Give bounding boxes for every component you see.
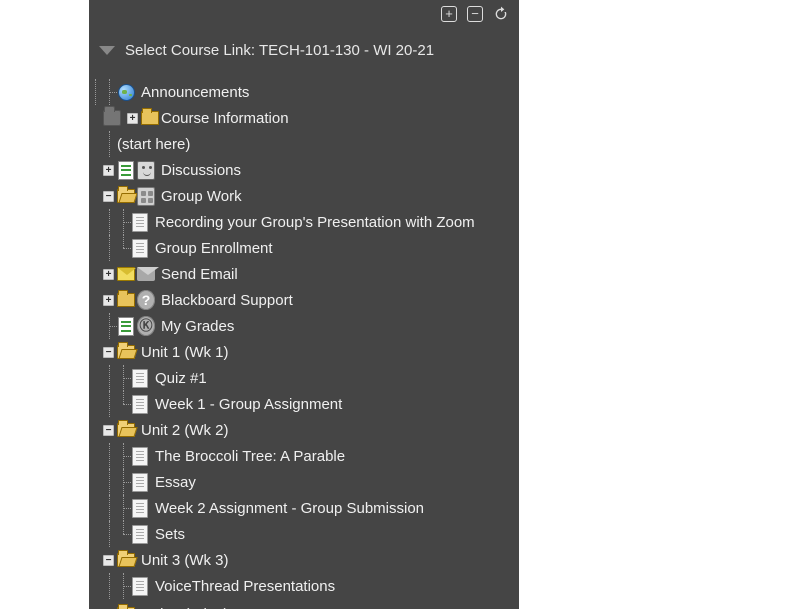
collapse-toggle[interactable]: − (103, 425, 114, 436)
expand-toggle[interactable]: + (103, 165, 114, 176)
folder-open-icon (117, 551, 135, 569)
group-icon (137, 187, 155, 205)
envelope-icon (137, 265, 155, 283)
tree-item-label: Recording your Group's Presentation with… (155, 214, 475, 231)
folder-grey-icon (103, 109, 121, 127)
tree-item-unit3[interactable]: − Unit 3 (Wk 3) (89, 547, 519, 573)
document-icon (131, 395, 149, 413)
collapse-toggle[interactable]: − (103, 555, 114, 566)
tree-item-u3-vt[interactable]: VoiceThread Presentations (89, 573, 519, 599)
folder-open-icon (117, 187, 135, 205)
mail-icon (117, 265, 135, 283)
collapse-toggle[interactable]: − (103, 191, 114, 202)
tree-item-gw-enrollment[interactable]: Group Enrollment (89, 235, 519, 261)
tree-item-label: My Grades (161, 318, 234, 335)
tree-item-label: Week 2 Assignment - Group Submission (155, 500, 424, 517)
folder-open-icon (117, 421, 135, 439)
tree-item-discussions[interactable]: + Discussions (89, 157, 519, 183)
tree-item-group-work[interactable]: − Group Work (89, 183, 519, 209)
document-icon (131, 213, 149, 231)
tree-item-sublabel: (start here) (117, 136, 190, 153)
help-icon: ? (137, 291, 155, 309)
document-icon (131, 473, 149, 491)
tree-item-u1-assign[interactable]: Week 1 - Group Assignment (89, 391, 519, 417)
grades-icon: Ⓚ (137, 317, 155, 335)
tree-item-label: Blackboard Support (161, 292, 293, 309)
expand-toggle[interactable]: + (103, 295, 114, 306)
discussion-icon (137, 161, 155, 179)
collapse-toggle[interactable]: − (103, 347, 114, 358)
tree-item-label: Unit 2 (Wk 2) (141, 422, 229, 439)
tree-item-label: Essay (155, 474, 196, 491)
tree-item-label: Unit 1 (Wk 1) (141, 344, 229, 361)
folder-open-icon (117, 343, 135, 361)
tree-item-label: Course Information (161, 110, 289, 127)
tree-item-my-grades[interactable]: Ⓚ My Grades (89, 313, 519, 339)
tree-item-label: Discussions (161, 162, 241, 179)
tree-item-label: VoiceThread Presentations (155, 578, 335, 595)
tree-item-u1-quiz[interactable]: Quiz #1 (89, 365, 519, 391)
tree-item-course-information[interactable]: + Course Information (89, 105, 519, 131)
globe-icon (117, 83, 135, 101)
expand-toggle[interactable]: + (103, 269, 114, 280)
folder-open-icon (117, 605, 135, 609)
expand-toggle[interactable]: + (127, 113, 138, 124)
tree-item-label: Group Enrollment (155, 240, 273, 257)
course-header-label[interactable]: Select Course Link: TECH-101-130 - WI 20… (125, 42, 434, 59)
tree-item-u2-assign[interactable]: Week 2 Assignment - Group Submission (89, 495, 519, 521)
xls-icon (117, 161, 135, 179)
tree-toolbar: + − (441, 6, 509, 22)
refresh-icon (493, 6, 509, 22)
document-icon (131, 525, 149, 543)
document-icon (131, 447, 149, 465)
tree-item-label: Group Work (161, 188, 242, 205)
folder-icon (141, 109, 159, 127)
tree-item-u2-essay[interactable]: Essay (89, 469, 519, 495)
tree-item-u2-sets[interactable]: Sets (89, 521, 519, 547)
header-prefix: Select Course Link: (125, 42, 255, 59)
tree-item-gw-recording[interactable]: Recording your Group's Presentation with… (89, 209, 519, 235)
tree-item-label: Sets (155, 526, 185, 543)
tree-item-announcements[interactable]: Announcements (89, 79, 519, 105)
xls-icon (117, 317, 135, 335)
tree-item-label: Week 1 - Group Assignment (155, 396, 342, 413)
refresh-button[interactable] (493, 6, 509, 22)
tree-item-course-information-sub: (start here) (89, 131, 519, 157)
tree-item-unit4[interactable]: − Unit 4 (Wk 4) (89, 601, 519, 609)
folder-icon (117, 291, 135, 309)
course-link-panel: + − Select Course Link: TECH-101-130 - W… (89, 0, 519, 609)
tree-item-u2-broccoli[interactable]: The Broccoli Tree: A Parable (89, 443, 519, 469)
tree-item-label: The Broccoli Tree: A Parable (155, 448, 345, 465)
expand-all-button[interactable]: + (441, 6, 457, 22)
tree-item-send-email[interactable]: + Send Email (89, 261, 519, 287)
document-icon (131, 499, 149, 517)
header-course: TECH-101-130 - WI 20-21 (259, 42, 434, 59)
collapse-caret-icon[interactable] (99, 46, 115, 55)
document-icon (131, 577, 149, 595)
document-icon (131, 369, 149, 387)
tree-item-unit1[interactable]: − Unit 1 (Wk 1) (89, 339, 519, 365)
document-icon (131, 239, 149, 257)
tree-item-label: Quiz #1 (155, 370, 207, 387)
tree-item-bb-support[interactable]: + ? Blackboard Support (89, 287, 519, 313)
tree-item-label: Unit 3 (Wk 3) (141, 552, 229, 569)
course-tree: Announcements + Course Information (star… (89, 79, 519, 609)
tree-item-label: Unit 4 (Wk 4) (141, 606, 229, 609)
tree-item-label: Announcements (141, 84, 249, 101)
tree-item-unit2[interactable]: − Unit 2 (Wk 2) (89, 417, 519, 443)
collapse-all-button[interactable]: − (467, 6, 483, 22)
tree-item-label: Send Email (161, 266, 238, 283)
